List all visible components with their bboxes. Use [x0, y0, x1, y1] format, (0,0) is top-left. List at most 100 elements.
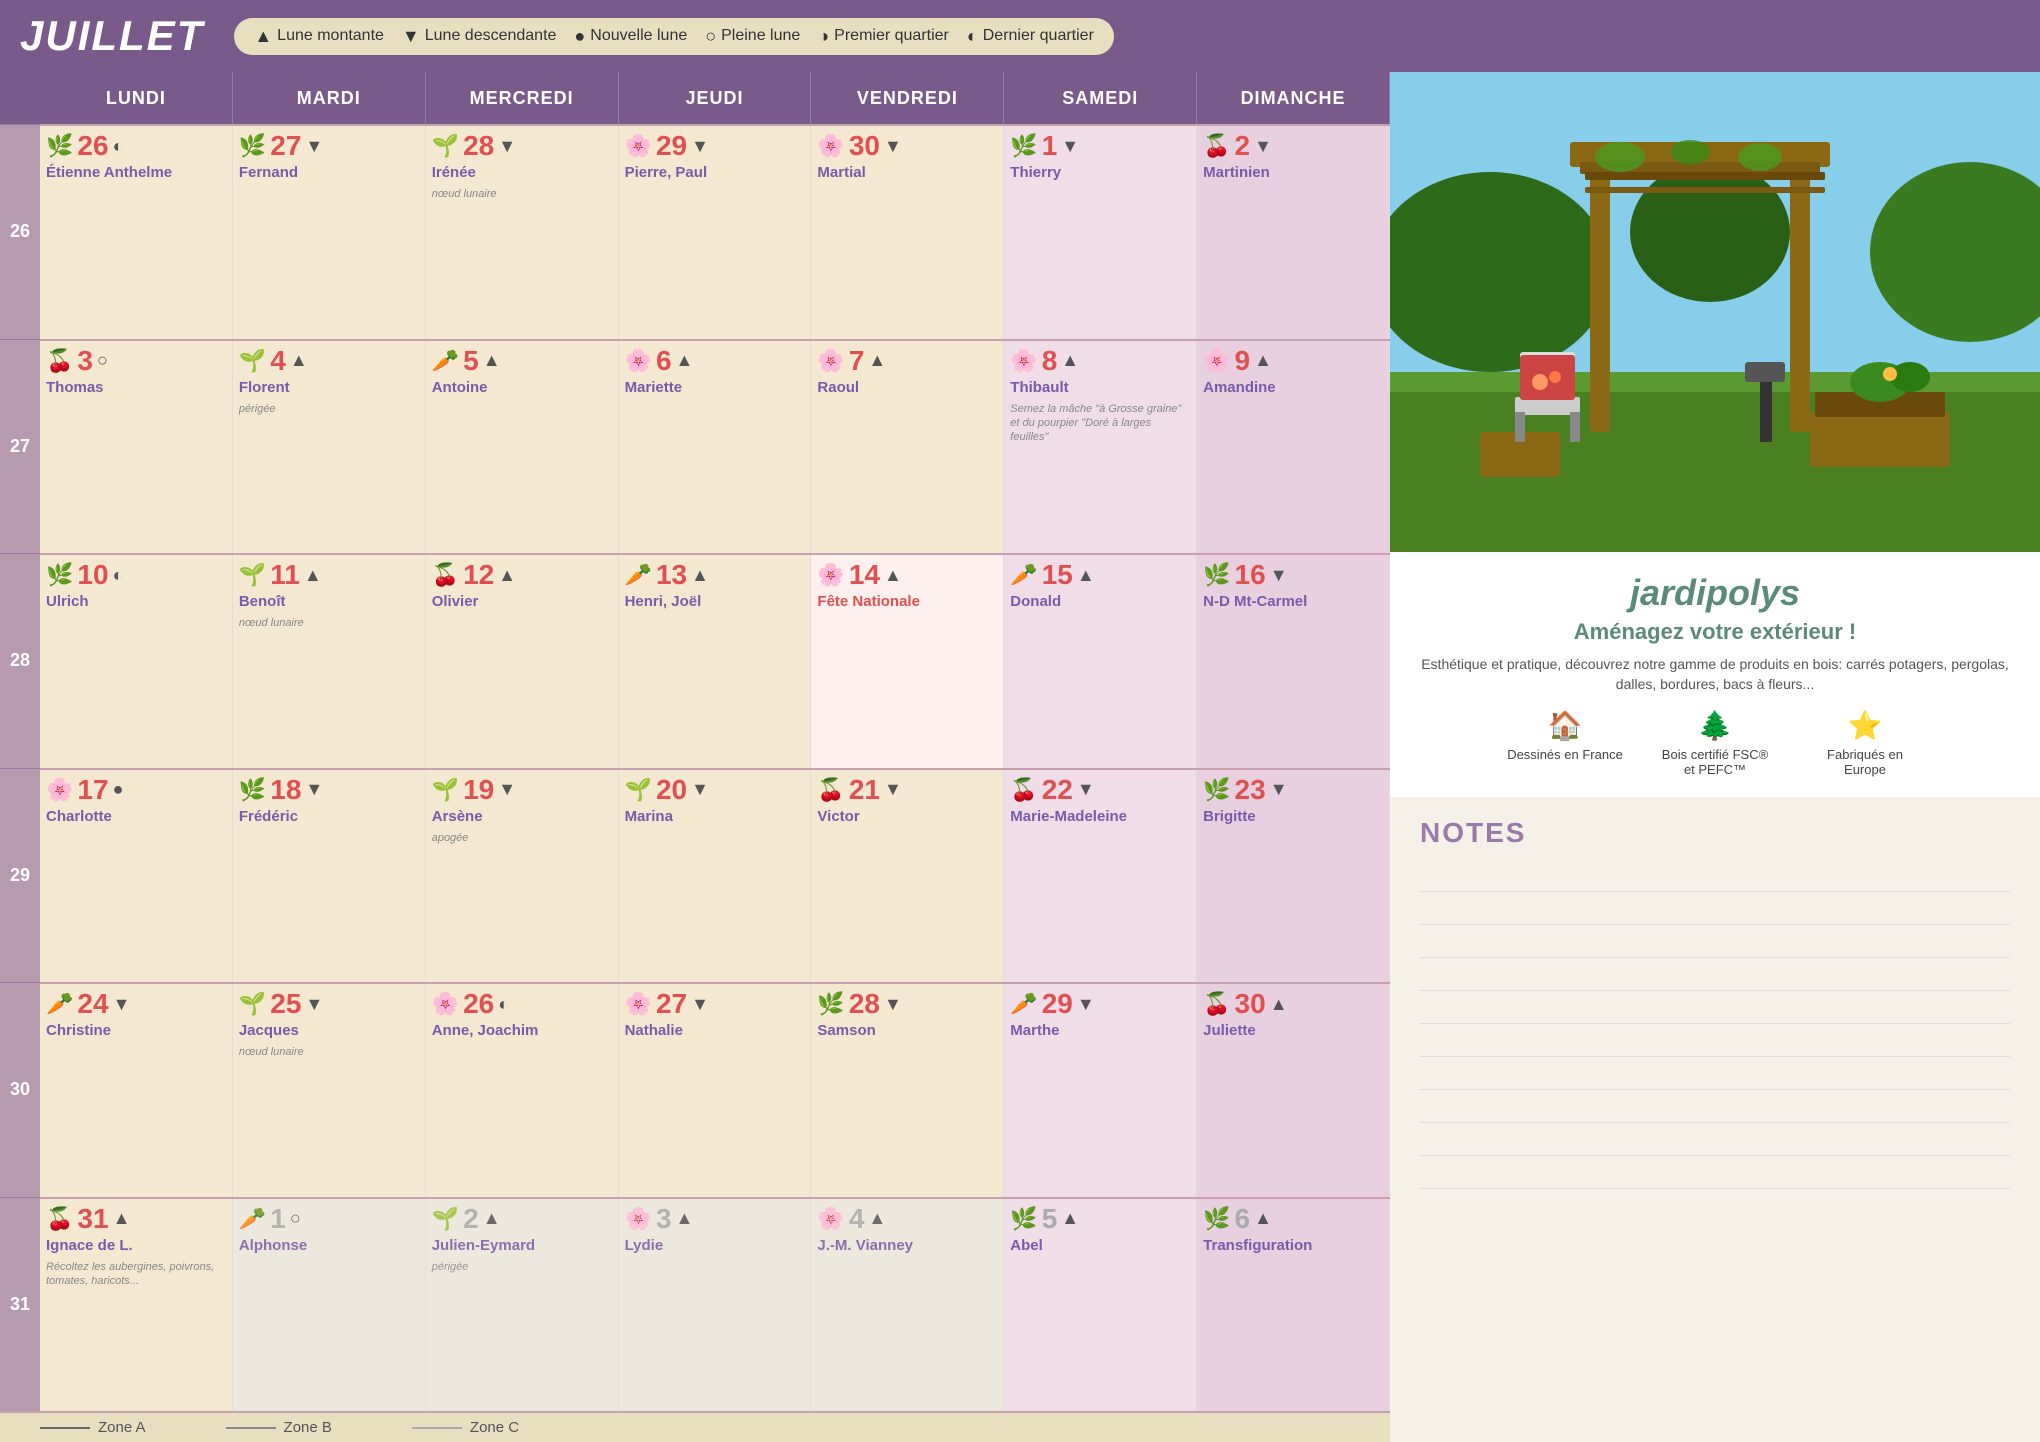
day-number-row: 🍒2▼	[1203, 130, 1383, 162]
day-saint-name: Marthe	[1010, 1022, 1190, 1039]
day-number: 1	[1042, 130, 1058, 162]
day-number-row: 🌱20▼	[625, 774, 805, 806]
month-title: JUILLET	[20, 12, 204, 60]
feature-bois: 🌲 Bois certifié FSC® et PEFC™	[1655, 709, 1775, 777]
day-note: nœud lunaire	[239, 1045, 419, 1059]
day-number-row: 🥕24▼	[46, 988, 226, 1020]
right-panel: jardipolys Aménagez votre extérieur ! Es…	[1390, 72, 2040, 1442]
day-moon-icon: ▲	[1061, 350, 1079, 371]
day-saint-name: Arsène	[432, 808, 612, 825]
day-number: 6	[656, 345, 672, 377]
day-moon-icon: ▲	[498, 565, 516, 586]
day-number: 28	[463, 130, 494, 162]
day-cell-27-3: 🌸6▲Mariette	[619, 341, 812, 554]
day-plant-icon: 🌸	[46, 777, 73, 803]
day-moon-icon: ▲	[1254, 1208, 1272, 1229]
day-plant-icon: 🌿	[239, 133, 266, 159]
day-plant-icon: 🌿	[46, 133, 73, 159]
note-line-5[interactable]	[1420, 996, 2010, 1024]
day-plant-icon: 🌿	[1010, 1206, 1037, 1232]
zone-a-label: Zone A	[98, 1419, 146, 1436]
day-cell-27-6: 🌸9▲Amandine	[1197, 341, 1390, 554]
day-note: apogée	[432, 831, 612, 845]
note-line-6[interactable]	[1420, 1029, 2010, 1057]
day-number: 30	[849, 130, 880, 162]
day-moon-icon: ▼	[1077, 994, 1095, 1015]
day-saint-name: Juliette	[1203, 1022, 1383, 1039]
day-plant-icon: 🌸	[432, 991, 459, 1017]
day-cell-26-5: 🌿1▼Thierry	[1004, 126, 1197, 339]
feature-france: 🏠 Dessinés en France	[1505, 709, 1625, 762]
day-number-row: 🌿26◐	[46, 130, 226, 162]
legend-nouvelle-lune: ● Nouvelle lune	[574, 26, 687, 47]
day-number: 10	[77, 559, 108, 591]
header-samedi: SAMEDI	[1004, 72, 1197, 124]
day-number: 5	[1042, 1203, 1058, 1235]
note-line-7[interactable]	[1420, 1062, 2010, 1090]
day-cell-27-0: 🍒3○Thomas	[40, 341, 233, 554]
day-moon-icon: ▼	[884, 779, 902, 800]
day-cell-27-1: 🌱4▲Florentpérigée	[233, 341, 426, 554]
day-cell-28-4: 🌸14▲Fête Nationale	[811, 555, 1004, 768]
day-plant-icon: 🌸	[1010, 348, 1037, 374]
day-saint-name: Martinien	[1203, 164, 1383, 181]
day-cell-26-1: 🌿27▼Fernand	[233, 126, 426, 339]
day-saint-name: Samson	[817, 1022, 997, 1039]
note-line-4[interactable]	[1420, 963, 2010, 991]
legend-lune-descendante: ▼ Lune descendante	[402, 26, 557, 47]
day-cell-29-5: 🍒22▼Marie-Madeleine	[1004, 770, 1197, 983]
day-plant-icon: 🌱	[625, 777, 652, 803]
week-num-29: 29	[0, 768, 40, 983]
weeks-container: 🌿26◐Étienne Anthelme🌿27▼Fernand🌱28▼Iréné…	[40, 124, 1390, 1411]
premier-quartier-icon: ◑	[818, 26, 829, 47]
day-cell-27-5: 🌸8▲ThibaultSemez la mâche "à Grosse grai…	[1004, 341, 1197, 554]
day-saint-name: Alphonse	[239, 1237, 419, 1254]
day-moon-icon: ▲	[113, 1208, 131, 1229]
note-line-9[interactable]	[1420, 1128, 2010, 1156]
day-saint-name: Ignace de L.	[46, 1237, 226, 1254]
day-moon-icon: ◐	[498, 994, 509, 1015]
day-saint-name: Brigitte	[1203, 808, 1383, 825]
day-moon-icon: ◐	[113, 565, 124, 586]
day-plant-icon: 🌿	[817, 991, 844, 1017]
note-line-10[interactable]	[1420, 1161, 2010, 1189]
day-plant-icon: 🥕	[625, 562, 652, 588]
note-line-3[interactable]	[1420, 930, 2010, 958]
day-moon-icon: ▲	[304, 565, 322, 586]
day-number: 22	[1042, 774, 1073, 806]
day-cell-31-2: 🌱2▲Julien-Eymardpérigée	[426, 1199, 619, 1412]
page-header: JUILLET ▲ Lune montante ▼ Lune descendan…	[0, 0, 2040, 72]
dernier-quartier-icon: ◐	[967, 26, 978, 47]
note-line-2[interactable]	[1420, 897, 2010, 925]
day-moon-icon: ▼	[884, 994, 902, 1015]
note-line-1[interactable]	[1420, 864, 2010, 892]
day-cell-30-6: 🍒30▲Juliette	[1197, 984, 1390, 1197]
day-cell-28-5: 🥕15▲Donald	[1004, 555, 1197, 768]
pleine-lune-label: Pleine lune	[721, 27, 800, 45]
day-moon-icon: ▼	[498, 136, 516, 157]
day-cell-28-2: 🍒12▲Olivier	[426, 555, 619, 768]
day-number: 3	[656, 1203, 672, 1235]
day-number-row: 🌸26◐	[432, 988, 612, 1020]
day-number-row: 🌱2▲	[432, 1203, 612, 1235]
moon-legend: ▲ Lune montante ▼ Lune descendante ● Nou…	[234, 18, 1114, 55]
day-saint-name: Henri, Joël	[625, 593, 805, 610]
day-number: 27	[656, 988, 687, 1020]
brand-tagline: Aménagez votre extérieur !	[1420, 619, 2010, 645]
notes-section: NOTES	[1390, 797, 2040, 1442]
day-cell-26-0: 🌿26◐Étienne Anthelme	[40, 126, 233, 339]
day-number-row: 🌱19▼	[432, 774, 612, 806]
day-saint-name: Florent	[239, 379, 419, 396]
note-line-8[interactable]	[1420, 1095, 2010, 1123]
day-number-row: 🍒21▼	[817, 774, 997, 806]
garden-svg	[1390, 72, 2040, 552]
day-saint-name: Marie-Madeleine	[1010, 808, 1190, 825]
week-num-header	[0, 72, 40, 124]
day-saint-name: Thierry	[1010, 164, 1190, 181]
week-num-26: 26	[0, 124, 40, 339]
zone-c-line	[412, 1427, 462, 1429]
day-plant-icon: 🥕	[239, 1206, 266, 1232]
day-number: 29	[1042, 988, 1073, 1020]
calendar-grid: LUNDI MARDI MERCREDI JEUDI VENDREDI SAME…	[40, 72, 1390, 1411]
legend-premier-quartier: ◑ Premier quartier	[818, 26, 949, 47]
